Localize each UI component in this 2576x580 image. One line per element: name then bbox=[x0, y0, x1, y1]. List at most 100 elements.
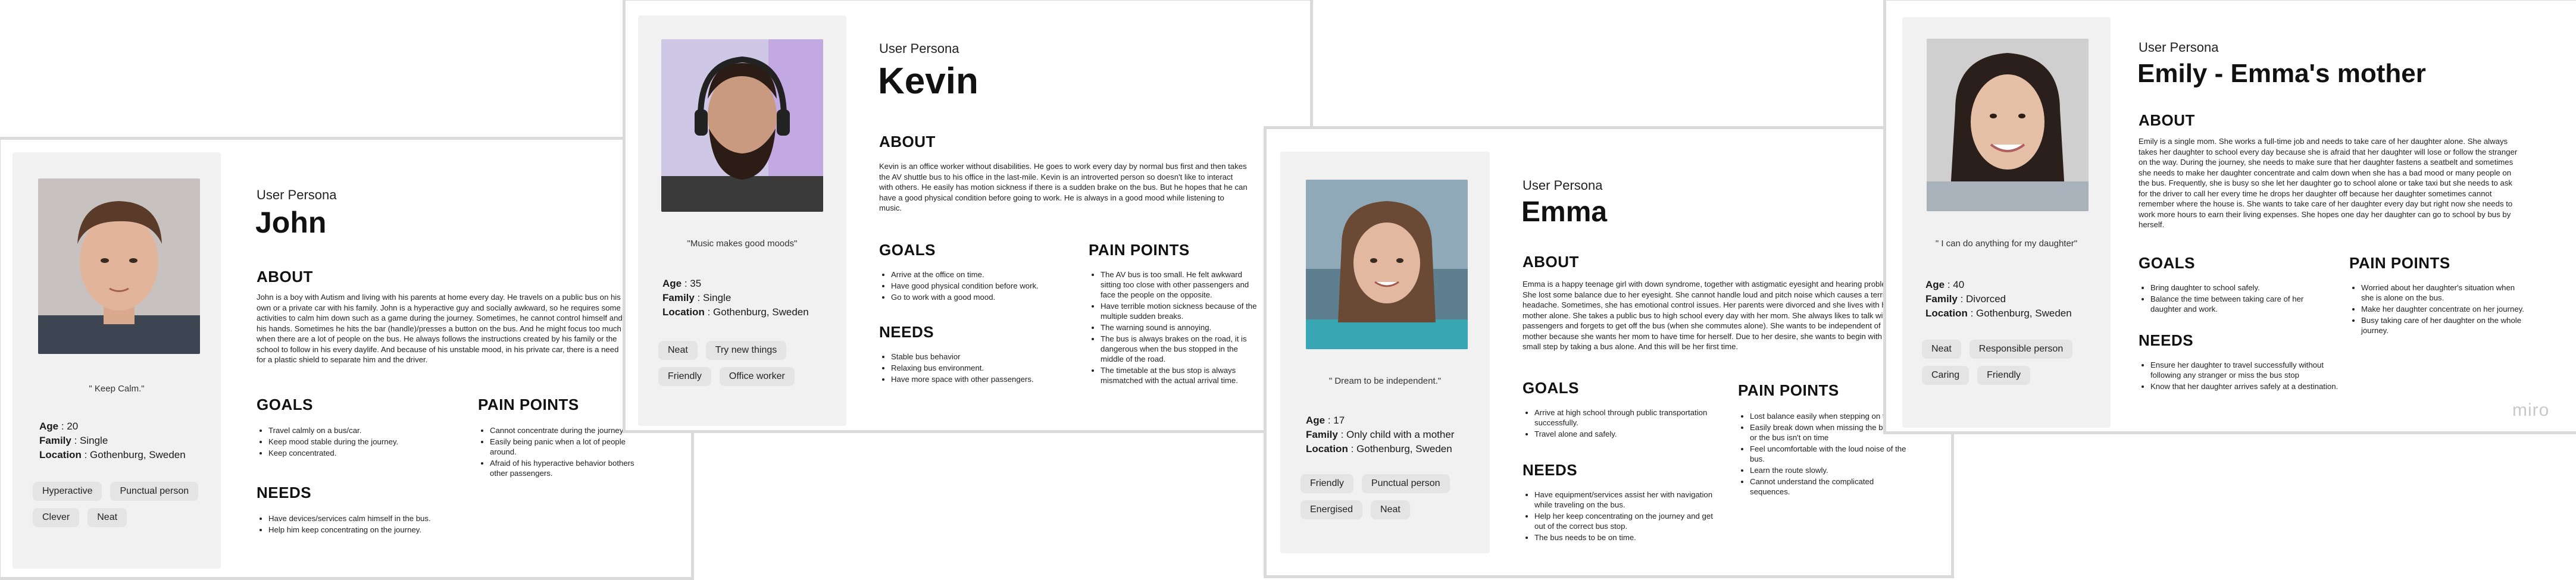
needs-heading: NEEDS bbox=[1523, 461, 1578, 479]
pain-point-item: Worried about her daughter's situation w… bbox=[2361, 283, 2528, 303]
persona-name: Emily - Emma's mother bbox=[2137, 59, 2426, 88]
goals-list: Bring daughter to school safely. Balance… bbox=[2139, 283, 2329, 315]
trait-tag[interactable]: Neat bbox=[1922, 340, 1961, 359]
trait-tag[interactable]: Energised bbox=[1300, 500, 1363, 519]
trait-tag[interactable]: Responsible person bbox=[1969, 340, 2073, 359]
age-value: 17 bbox=[1333, 415, 1345, 426]
family-label: Family bbox=[39, 435, 71, 446]
trait-tag[interactable]: Try new things bbox=[705, 341, 787, 360]
persona-card-kevin: "Music makes good moods" Age : 35 Family… bbox=[623, 0, 1313, 433]
pain-point-item: Learn the route slowly. bbox=[1750, 465, 1911, 475]
persona-photo-kevin bbox=[661, 39, 823, 212]
trait-tag[interactable]: Caring bbox=[1922, 366, 1969, 385]
trait-tags: Hyperactive Punctual person Clever Neat bbox=[33, 482, 211, 527]
pain-point-item: Feel uncomfortable with the loud noise o… bbox=[1750, 444, 1911, 464]
family-value: Single bbox=[703, 292, 731, 303]
pain-point-item: Busy taking care of her daughter on the … bbox=[2361, 315, 2528, 336]
pain-point-item: Make her daughter concentrate on her jou… bbox=[2361, 304, 2528, 314]
pain-point-item: Have terrible motion sickness because of… bbox=[1101, 301, 1261, 321]
location-value: Gothenburg, Sweden bbox=[1356, 443, 1452, 454]
about-heading: ABOUT bbox=[1523, 253, 1579, 271]
pain-point-item: The timetable at the bus stop is always … bbox=[1101, 365, 1261, 385]
goals-list: Travel calmly on a bus/car. Keep mood st… bbox=[257, 425, 447, 459]
about-text: John is a boy with Autism and living wit… bbox=[257, 293, 623, 364]
age-value: 40 bbox=[1953, 279, 1965, 290]
miro-watermark: miro bbox=[2512, 400, 2550, 420]
pain-point-item: Afraid of his hyperactive behavior bothe… bbox=[490, 458, 639, 478]
location-label: Location bbox=[1925, 308, 1968, 319]
persona-quote: " Dream to be independent." bbox=[1328, 376, 1442, 386]
about-heading: ABOUT bbox=[257, 268, 313, 286]
goals-heading: GOALS bbox=[1523, 379, 1579, 397]
needs-list: Stable bus behavior Relaxing bus environ… bbox=[879, 352, 1081, 385]
trait-tag[interactable]: Neat bbox=[1371, 500, 1410, 519]
goals-heading: GOALS bbox=[2139, 254, 2195, 272]
persona-name: Kevin bbox=[878, 61, 978, 102]
persona-photo-john bbox=[38, 178, 200, 354]
goals-list: Arrive at high school through public tra… bbox=[1523, 407, 1713, 440]
need-item: Help him keep concentrating on the journ… bbox=[268, 525, 471, 535]
goal-item: Travel alone and safely. bbox=[1534, 429, 1713, 439]
location-label: Location bbox=[1306, 443, 1348, 454]
need-item: Have more space with other passengers. bbox=[891, 374, 1081, 384]
family-value: Single bbox=[80, 435, 108, 446]
pain-point-item: Cannot understand the complicated sequen… bbox=[1750, 476, 1911, 497]
need-item: Relaxing bus environment. bbox=[891, 363, 1081, 373]
goals-list: Arrive at the office on time. Have good … bbox=[879, 269, 1070, 303]
need-item: Ensure her daughter to travel successful… bbox=[2150, 360, 2341, 380]
persona-quote: " I can do anything for my daughter" bbox=[1935, 239, 2078, 249]
family-label: Family bbox=[662, 292, 695, 303]
persona-role: User Persona bbox=[2139, 40, 2219, 55]
about-text: Emily is a single mom. She works a full-… bbox=[2139, 137, 2518, 229]
goals-heading: GOALS bbox=[257, 396, 313, 413]
about-text: Emma is a happy teenage girl with down s… bbox=[1523, 280, 1899, 351]
pain-point-item: The warning sound is annoying. bbox=[1101, 322, 1261, 333]
needs-list: Have equipment/services assist her with … bbox=[1523, 490, 1713, 544]
age-label: Age bbox=[1306, 415, 1325, 426]
family-value: Only child with a mother bbox=[1346, 429, 1455, 440]
trait-tag[interactable]: Punctual person bbox=[110, 482, 199, 501]
trait-tag[interactable]: Office worker bbox=[719, 367, 795, 386]
family-value: Divorced bbox=[1966, 293, 2006, 305]
persona-role: User Persona bbox=[257, 187, 337, 202]
location-value: Gothenburg, Sweden bbox=[713, 306, 809, 318]
trait-tag[interactable]: Hyperactive bbox=[33, 482, 102, 501]
need-item: Know that her daughter arrives safely at… bbox=[2150, 381, 2341, 391]
persona-facts: Age : 17 Family : Only child with a moth… bbox=[1306, 415, 1455, 454]
persona-card-emma: " Dream to be independent." Age : 17 Fam… bbox=[1264, 126, 1954, 578]
needs-list: Ensure her daughter to travel successful… bbox=[2139, 360, 2341, 393]
age-label: Age bbox=[1925, 279, 1945, 290]
trait-tag[interactable]: Friendly bbox=[1977, 366, 2031, 385]
trait-tag[interactable]: Friendly bbox=[1300, 474, 1353, 493]
pain-point-item: Cannot concentrate during the journey. bbox=[490, 425, 639, 435]
persona-card-john: " Keep Calm." Age : 20 Family : Single L… bbox=[0, 137, 694, 580]
persona-quote: "Music makes good moods" bbox=[687, 239, 798, 249]
goal-item: Have good physical condition before work… bbox=[891, 281, 1070, 291]
age-label: Age bbox=[662, 278, 682, 289]
location-value: Gothenburg, Sweden bbox=[1976, 308, 2072, 319]
trait-tags: Friendly Punctual person Energised Neat bbox=[1300, 474, 1485, 519]
trait-tag[interactable]: Punctual person bbox=[1361, 474, 1450, 493]
persona-facts: Age : 35 Family : Single Location : Goth… bbox=[662, 278, 809, 318]
goal-item: Go to work with a good mood. bbox=[891, 292, 1070, 302]
age-value: 20 bbox=[67, 421, 79, 432]
trait-tag[interactable]: Friendly bbox=[658, 367, 711, 386]
trait-tags: Neat Try new things Friendly Office work… bbox=[658, 341, 837, 386]
trait-tag[interactable]: Clever bbox=[33, 508, 80, 527]
pain-point-item: The AV bus is too small. He felt awkward… bbox=[1101, 269, 1261, 300]
location-label: Location bbox=[39, 449, 82, 460]
persona-name: John bbox=[255, 206, 327, 239]
age-value: 35 bbox=[690, 278, 702, 289]
need-item: Stable bus behavior bbox=[891, 352, 1081, 362]
pain-points-heading: PAIN POINTS bbox=[478, 396, 579, 413]
pain-points-list: Cannot concentrate during the journey. E… bbox=[478, 425, 639, 479]
persona-card-emily: " I can do anything for my daughter" Age… bbox=[1883, 0, 2576, 434]
pain-point-item: The bus is always brakes on the road, it… bbox=[1101, 334, 1261, 364]
about-text: Kevin is an office worker without disabi… bbox=[879, 162, 1248, 212]
persona-role: User Persona bbox=[879, 41, 959, 56]
about-heading: ABOUT bbox=[2139, 111, 2195, 129]
pain-points-heading: PAIN POINTS bbox=[1738, 381, 1839, 399]
trait-tag[interactable]: Neat bbox=[87, 508, 127, 527]
trait-tag[interactable]: Neat bbox=[658, 341, 698, 360]
goal-item: Keep concentrated. bbox=[268, 448, 447, 458]
